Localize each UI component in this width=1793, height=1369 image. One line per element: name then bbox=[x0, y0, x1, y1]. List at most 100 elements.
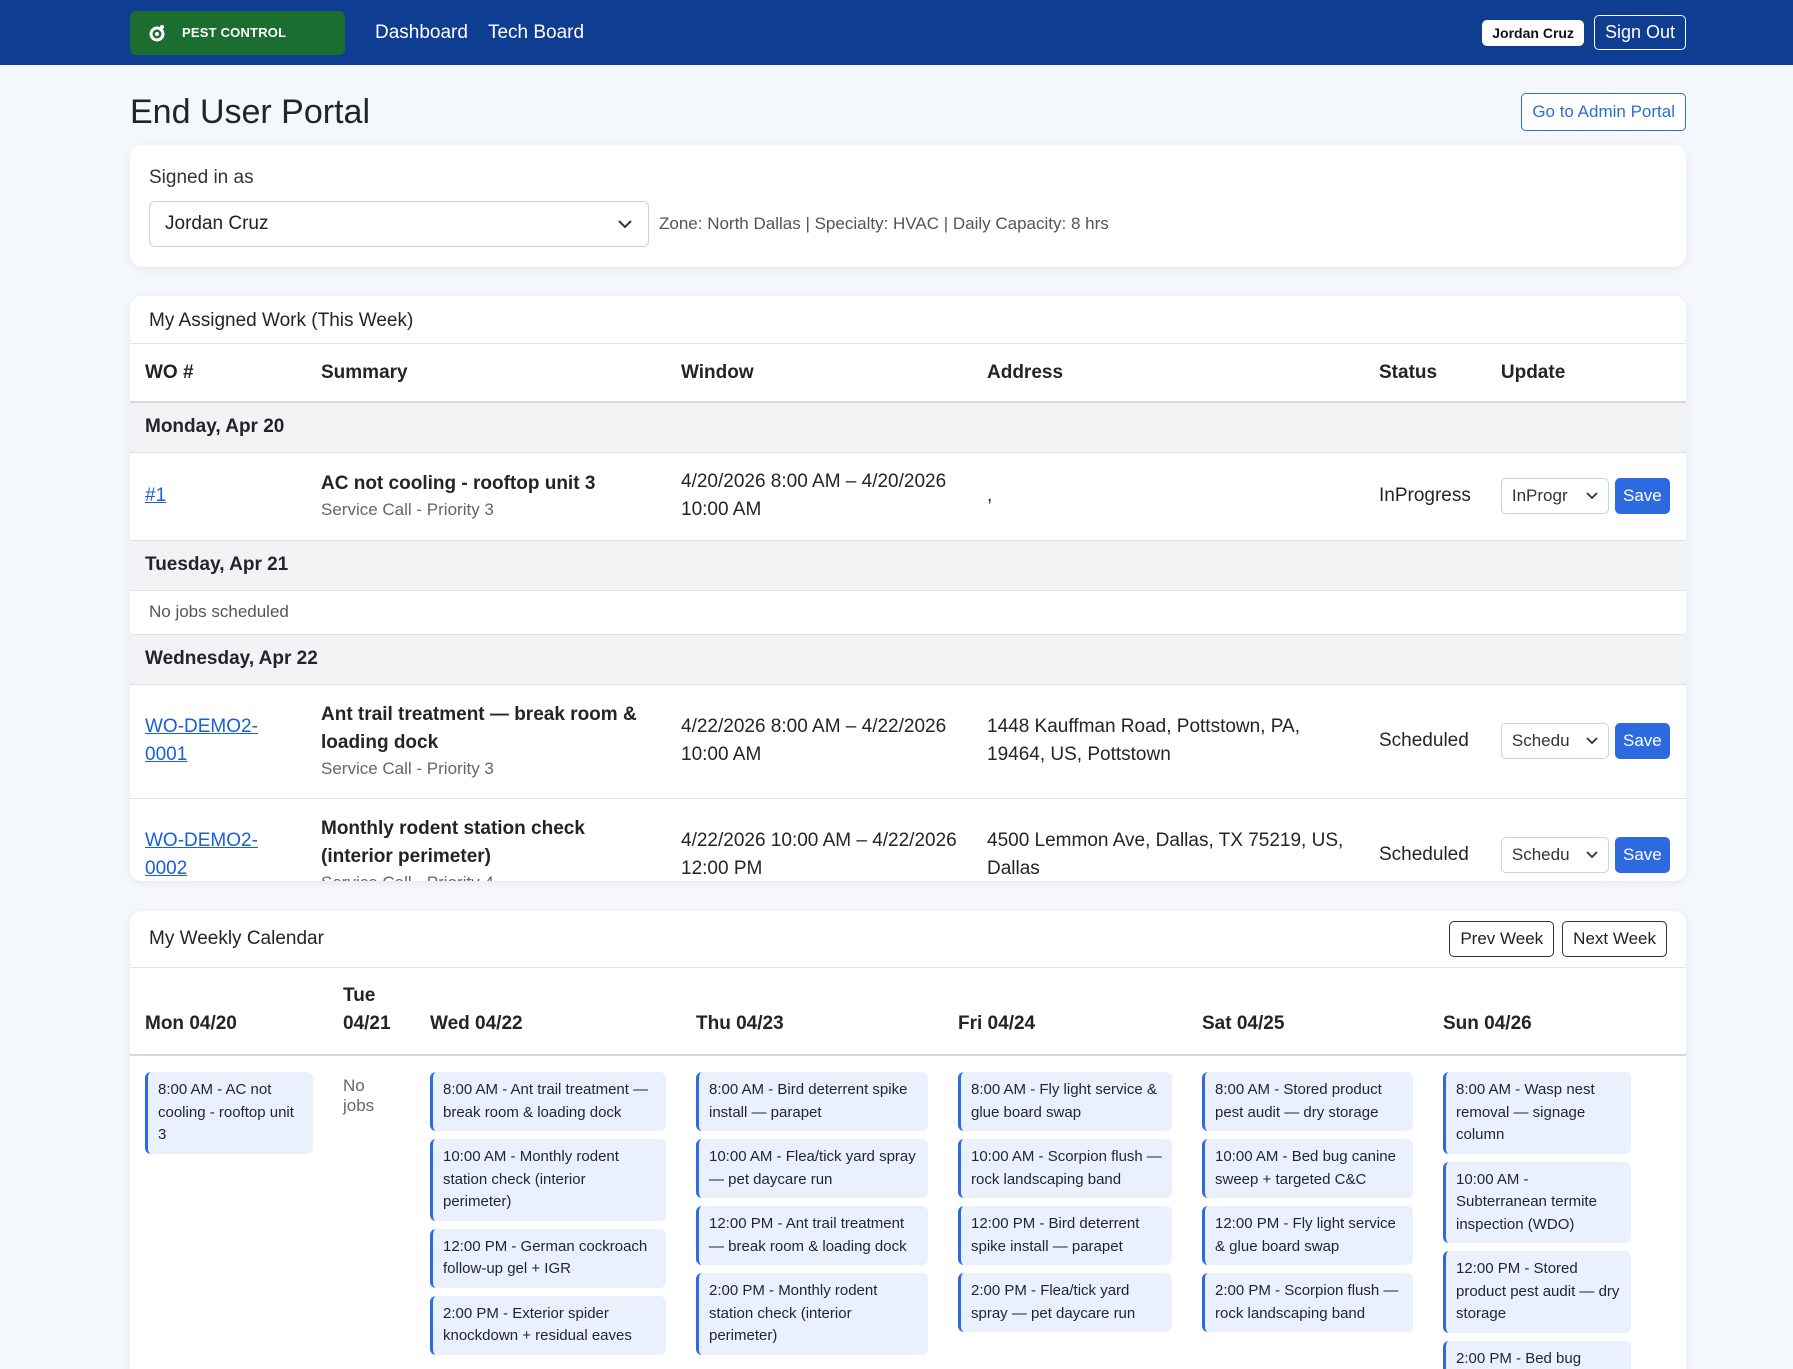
calendar-event[interactable]: 8:00 AM - Ant trail treatment — break ro… bbox=[430, 1072, 666, 1131]
work-order-link[interactable]: WO-DEMO2-0001 bbox=[145, 713, 265, 769]
work-order-subtitle: Service Call - Priority 4 bbox=[321, 871, 651, 881]
work-order-status: Scheduled bbox=[1364, 798, 1486, 881]
save-button[interactable]: Save bbox=[1614, 723, 1670, 759]
day-group-row: Monday, Apr 20 bbox=[130, 402, 1686, 453]
calendar-body: 8:00 AM - AC not cooling - rooftop unit … bbox=[130, 1056, 1686, 1369]
work-order-status: InProgress bbox=[1364, 452, 1486, 541]
work-order-address: 1448 Kauffman Road, Pottstown, PA, 19464… bbox=[972, 684, 1364, 799]
table-row: #1 AC not cooling - rooftop unit 3 Servi… bbox=[130, 452, 1686, 541]
weekly-calendar-heading: My Weekly Calendar bbox=[149, 928, 324, 949]
column-header-update: Update bbox=[1485, 344, 1686, 403]
calendar-event[interactable]: 8:00 AM - AC not cooling - rooftop unit … bbox=[145, 1072, 313, 1154]
work-order-title: Monthly rodent station check (interior p… bbox=[321, 818, 585, 867]
top-navbar: PEST CONTROL Dashboard Tech Board Jordan… bbox=[0, 0, 1793, 65]
calendar-event[interactable]: 10:00 AM - Monthly rodent station check … bbox=[430, 1139, 666, 1221]
assigned-work-card: My Assigned Work (This Week) WO # Summar… bbox=[130, 296, 1686, 881]
status-select-value: InProgr bbox=[1511, 486, 1568, 505]
work-order-address: , bbox=[972, 452, 1364, 541]
calendar-event[interactable]: 8:00 AM - Wasp nest removal — signage co… bbox=[1443, 1072, 1631, 1154]
calendar-event[interactable]: 12:00 PM - Ant trail treatment — break r… bbox=[696, 1206, 928, 1265]
calendar-event[interactable]: 2:00 PM - Scorpion flush — rock landscap… bbox=[1202, 1273, 1413, 1332]
assigned-work-table: WO # Summary Window Address Status Updat… bbox=[130, 344, 1686, 881]
no-jobs-text: No jobs bbox=[343, 1076, 375, 1115]
day-group-row: Wednesday, Apr 22 bbox=[130, 634, 1686, 685]
prev-week-button[interactable]: Prev Week bbox=[1449, 921, 1555, 957]
calendar-event[interactable]: 12:00 PM - Stored product pest audit — d… bbox=[1443, 1251, 1631, 1333]
calendar-day-header: Sun 04/26 bbox=[1443, 1013, 1532, 1034]
calendar-day-header: Fri 04/24 bbox=[958, 1013, 1036, 1034]
table-row: WO-DEMO2-0001 Ant trail treatment — brea… bbox=[130, 684, 1686, 799]
empty-day-row: No jobs scheduled bbox=[130, 590, 1686, 635]
calendar-day-column: 8:00 AM - AC not cooling - rooftop unit … bbox=[130, 1072, 328, 1369]
column-header-window: Window bbox=[666, 344, 972, 403]
work-order-subtitle: Service Call - Priority 3 bbox=[321, 759, 494, 778]
calendar-event[interactable]: 8:00 AM - Bird deterrent spike install —… bbox=[696, 1072, 928, 1131]
user-select-value: Jordan Cruz bbox=[165, 213, 269, 234]
day-group-label: Tuesday, Apr 21 bbox=[130, 540, 1686, 591]
brand-logo[interactable]: PEST CONTROL bbox=[130, 10, 345, 55]
bug-icon bbox=[149, 24, 165, 41]
calendar-event[interactable]: 12:00 PM - Bird deterrent spike install … bbox=[958, 1206, 1172, 1265]
calendar-event[interactable]: 10:00 AM - Flea/tick yard spray — pet da… bbox=[696, 1139, 928, 1198]
calendar-day-header: Sat 04/25 bbox=[1202, 1013, 1285, 1034]
sign-out-button[interactable]: Sign Out bbox=[1593, 15, 1686, 50]
calendar-event[interactable]: 10:00 AM - Bed bug canine sweep + target… bbox=[1202, 1139, 1413, 1198]
next-week-button[interactable]: Next Week bbox=[1562, 921, 1667, 957]
status-select[interactable]: Schedu bbox=[1500, 723, 1609, 759]
chevron-down-icon bbox=[618, 219, 632, 228]
user-select[interactable]: Jordan Cruz bbox=[149, 201, 649, 247]
status-select[interactable]: InProgr bbox=[1500, 478, 1609, 514]
no-jobs-text: No jobs scheduled bbox=[130, 590, 1686, 635]
calendar-day-column: 8:00 AM - Ant trail treatment — break ro… bbox=[415, 1072, 681, 1369]
work-order-subtitle: Service Call - Priority 3 bbox=[321, 500, 494, 519]
work-order-window: 4/20/2026 8:00 AM – 4/20/2026 10:00 AM bbox=[666, 452, 972, 541]
work-order-title: Ant trail treatment — break room & loadi… bbox=[321, 704, 637, 753]
calendar-event[interactable]: 8:00 AM - Stored product pest audit — dr… bbox=[1202, 1072, 1413, 1131]
signed-in-label: Signed in as bbox=[149, 167, 254, 188]
calendar-event[interactable]: 12:00 PM - German cockroach follow-up ge… bbox=[430, 1228, 666, 1288]
assigned-work-heading: My Assigned Work (This Week) bbox=[130, 296, 1686, 344]
calendar-day-headers: Mon 04/20 Tue 04/21 Wed 04/22 Thu 04/23 Fri … bbox=[130, 968, 1686, 1056]
calendar-day-header: Mon 04/20 bbox=[145, 1013, 237, 1034]
save-button[interactable]: Save bbox=[1614, 478, 1670, 514]
calendar-event[interactable]: 10:00 AM - Scorpion flush — rock landsca… bbox=[958, 1139, 1172, 1198]
calendar-event[interactable]: 2:00 PM - Bed bug canine sweep + targete… bbox=[1443, 1340, 1631, 1369]
calendar-event[interactable]: 2:00 PM - Flea/tick yard spray — pet day… bbox=[958, 1273, 1172, 1332]
calendar-day-column: 8:00 AM - Fly light service & glue board… bbox=[943, 1072, 1187, 1369]
calendar-day-column: No jobs bbox=[328, 1072, 415, 1369]
work-order-title: AC not cooling - rooftop unit 3 bbox=[321, 473, 596, 494]
calendar-day-column: 8:00 AM - Bird deterrent spike install —… bbox=[681, 1072, 943, 1369]
nav-link-tech-board[interactable]: Tech Board bbox=[488, 22, 584, 44]
page-title: End User Portal bbox=[130, 92, 370, 131]
nav-link-dashboard[interactable]: Dashboard bbox=[375, 22, 468, 44]
day-group-label: Wednesday, Apr 22 bbox=[130, 634, 1686, 685]
work-order-address: 4500 Lemmon Ave, Dallas, TX 75219, US, D… bbox=[972, 798, 1364, 881]
chevron-down-icon bbox=[1586, 492, 1598, 500]
calendar-day-header: Wed 04/22 bbox=[430, 1013, 523, 1034]
status-select[interactable]: Schedu bbox=[1500, 837, 1609, 873]
signed-in-card: Signed in as Jordan Cruz Zone: North Dal… bbox=[130, 145, 1686, 267]
brand-label: PEST CONTROL bbox=[182, 25, 287, 40]
work-order-window: 4/22/2026 10:00 AM – 4/22/2026 12:00 PM bbox=[666, 798, 972, 881]
work-order-status: Scheduled bbox=[1364, 684, 1486, 799]
work-order-link[interactable]: #1 bbox=[145, 485, 166, 506]
work-order-link[interactable]: WO-DEMO2-0002 bbox=[145, 827, 265, 881]
current-user-badge: Jordan Cruz bbox=[1482, 19, 1584, 46]
calendar-event[interactable]: 2:00 PM - Exterior spider knockdown + re… bbox=[430, 1295, 666, 1355]
calendar-day-header: Thu 04/23 bbox=[696, 1013, 784, 1034]
calendar-day-column: 8:00 AM - Wasp nest removal — signage co… bbox=[1428, 1072, 1646, 1369]
status-select-value: Schedu bbox=[1511, 845, 1570, 864]
column-header-wo: WO # bbox=[130, 344, 306, 403]
calendar-event[interactable]: 12:00 PM - Fly light service & glue boar… bbox=[1202, 1206, 1413, 1265]
work-order-window: 4/22/2026 8:00 AM – 4/22/2026 10:00 AM bbox=[666, 684, 972, 799]
technician-meta: Zone: North Dallas | Specialty: HVAC | D… bbox=[659, 214, 1109, 233]
save-button[interactable]: Save bbox=[1614, 837, 1670, 873]
table-row: WO-DEMO2-0002 Monthly rodent station che… bbox=[130, 798, 1686, 881]
column-header-status: Status bbox=[1364, 344, 1486, 403]
go-to-admin-portal-button[interactable]: Go to Admin Portal bbox=[1521, 93, 1686, 131]
calendar-day-header: Tue 04/21 bbox=[343, 985, 391, 1034]
calendar-event[interactable]: 2:00 PM - Monthly rodent station check (… bbox=[696, 1273, 928, 1355]
calendar-event[interactable]: 10:00 AM - Subterranean termite inspecti… bbox=[1443, 1161, 1631, 1243]
column-header-address: Address bbox=[972, 344, 1364, 403]
calendar-event[interactable]: 8:00 AM - Fly light service & glue board… bbox=[958, 1072, 1172, 1131]
